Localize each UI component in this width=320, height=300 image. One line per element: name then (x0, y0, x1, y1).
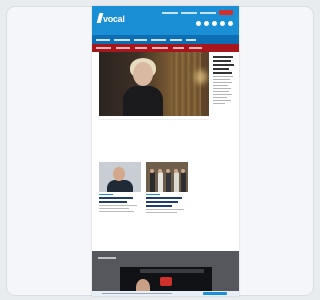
section-label (98, 257, 116, 259)
body-line (213, 91, 229, 92)
section-nav-item[interactable] (135, 47, 147, 49)
accept-cookies-button[interactable] (203, 292, 227, 295)
story-headline-line (99, 201, 127, 203)
cookie-banner (92, 291, 239, 296)
story-body-line (146, 209, 184, 210)
thumb-person (150, 172, 155, 192)
thumb-person-head (181, 169, 185, 173)
nav-item[interactable] (134, 38, 147, 41)
story-headline-line (146, 201, 178, 203)
divider (99, 119, 209, 120)
section-nav-item[interactable] (96, 47, 111, 49)
body-line (213, 97, 227, 98)
story-body-line (99, 208, 129, 209)
section-nav-item[interactable] (152, 47, 168, 49)
story-headline-line (99, 197, 133, 199)
site-logo[interactable]: vocal (96, 12, 130, 26)
nav-item[interactable] (96, 38, 110, 41)
thumb-person-head (166, 169, 170, 173)
logo-text: vocal (103, 14, 125, 24)
site-header: vocal (92, 6, 239, 35)
top-link[interactable] (162, 11, 178, 14)
hero-image[interactable] (99, 52, 209, 116)
video-title-bar (140, 269, 204, 273)
subscribe-button[interactable] (219, 10, 233, 15)
story-headline-line (146, 205, 172, 207)
facebook-icon[interactable] (196, 21, 201, 26)
thumb-person (166, 172, 171, 192)
headline-line (213, 72, 232, 74)
top-link[interactable] (181, 11, 197, 14)
nav-item[interactable] (170, 38, 182, 41)
video-section (92, 251, 239, 296)
story-category (99, 194, 113, 195)
section-nav (92, 44, 239, 52)
twitter-icon[interactable] (204, 21, 209, 26)
body-line (213, 100, 231, 101)
hero-person-body (123, 86, 163, 116)
play-icon[interactable] (160, 277, 172, 286)
thumb-person (174, 172, 179, 192)
story-card[interactable] (99, 162, 141, 212)
nav-item[interactable] (186, 38, 196, 41)
rss-icon[interactable] (228, 21, 233, 26)
hero-background (171, 52, 201, 116)
instagram-icon[interactable] (212, 21, 217, 26)
story-category (146, 194, 160, 195)
story-headline-line (146, 197, 182, 199)
thumb-person-body (107, 180, 133, 192)
headline-line (213, 56, 233, 58)
story-body-line (146, 212, 177, 213)
cookie-text (102, 293, 172, 294)
thumb-person-head (113, 167, 125, 181)
body-line (213, 88, 231, 89)
body-line (213, 85, 228, 86)
headline-line (213, 68, 229, 70)
nav-item[interactable] (151, 38, 166, 41)
story-thumbnail (99, 162, 141, 192)
story-thumbnail (146, 162, 188, 192)
body-line (213, 94, 232, 95)
hero-lamp (195, 70, 207, 84)
body-line (213, 82, 232, 83)
story-body-line (99, 205, 137, 206)
nav-item[interactable] (114, 38, 130, 41)
thumb-person-head (158, 169, 162, 173)
body-line (213, 79, 230, 80)
body-line (213, 103, 225, 104)
thumb-person-head (174, 169, 178, 173)
headline-line (213, 64, 234, 66)
headline-line (213, 60, 231, 62)
thumb-person (181, 172, 186, 192)
website-page: vocal (92, 6, 239, 296)
body-line (213, 76, 233, 77)
hero-headline-block[interactable] (213, 56, 235, 106)
social-links (196, 21, 233, 26)
section-nav-item[interactable] (173, 47, 184, 49)
thumb-person-head (150, 169, 154, 173)
section-nav-item[interactable] (116, 47, 130, 49)
story-body-line (99, 211, 134, 212)
youtube-icon[interactable] (220, 21, 225, 26)
thumb-person (158, 172, 163, 192)
main-nav (92, 35, 239, 44)
section-nav-item[interactable] (189, 47, 202, 49)
top-link[interactable] (200, 11, 216, 14)
top-links (162, 10, 233, 15)
story-card[interactable] (146, 162, 188, 213)
hero-person-head (133, 62, 153, 86)
